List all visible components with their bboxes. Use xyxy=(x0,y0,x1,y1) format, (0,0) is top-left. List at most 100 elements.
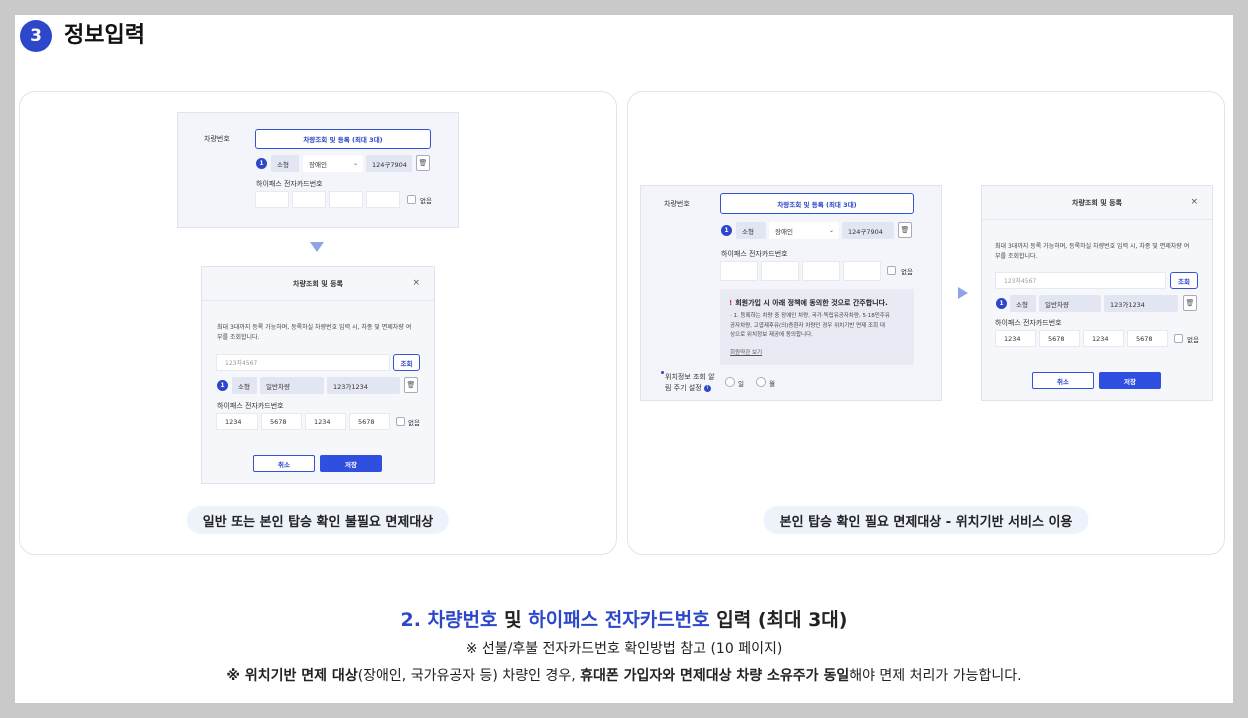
card-number-label: 하이패스 전자카드번호 xyxy=(721,250,788,258)
modal-card-label: 하이패스 전자카드번호 xyxy=(995,319,1062,327)
vehicle-size: 소형 xyxy=(271,155,299,172)
modal-card-input-2[interactable]: 5678 xyxy=(1039,330,1080,347)
modal-title: 차량조회 및 등록 xyxy=(293,280,343,288)
bottom-heading: 2. 차량번호 및 하이패스 전자카드번호 입력 (최대 3대) xyxy=(15,605,1233,632)
note-part: ※ 위치기반 면제 대상 xyxy=(226,668,358,684)
vehicle-plate: 124구7904 xyxy=(842,222,894,239)
trash-icon[interactable]: 🗑 xyxy=(416,155,430,171)
no-card-label: 없음 xyxy=(901,268,913,276)
location-label-line: 위치정보 조회 알 xyxy=(665,373,715,381)
plate-search-input[interactable]: 123자4567 xyxy=(216,354,390,371)
save-button[interactable]: 저장 xyxy=(320,455,382,472)
modal-no-card-checkbox[interactable] xyxy=(396,417,405,426)
modal-desc-line: 최대 3대까지 등록 가능하며, 등록하실 차량번호 입력 시, 차종 및 면제… xyxy=(217,324,412,331)
radio-day-label: 일 xyxy=(738,380,744,388)
modal-card-label: 하이패스 전자카드번호 xyxy=(217,402,284,410)
no-card-label: 없음 xyxy=(420,197,432,205)
modal-card-input-4[interactable]: 5678 xyxy=(1127,330,1168,347)
modal-vehicle-type: 일반차량 xyxy=(260,377,324,394)
modal-description: 최대 3대까지 등록 가능하며, 등록하실 차량번호 입력 시, 차종 및 면제… xyxy=(995,242,1189,262)
modal-desc-line: 부를 조회합니다. xyxy=(995,253,1038,260)
alert-icon: ! xyxy=(729,299,733,307)
modal-vehicle-size: 소형 xyxy=(1010,295,1036,312)
vehicle-type-value: 장애인 xyxy=(309,160,327,169)
trash-icon[interactable]: 🗑 xyxy=(898,222,912,238)
modal-vehicle-plate: 123가1234 xyxy=(1104,295,1178,312)
card-number-input-4[interactable] xyxy=(843,261,881,281)
policy-notice: ! 회원가입 시 아래 정책에 동의한 것으로 간주합니다. · 1. 등록하는 … xyxy=(720,289,914,365)
card-number-input-3[interactable] xyxy=(802,261,840,281)
modal-no-card-checkbox[interactable] xyxy=(1174,334,1183,343)
page: 3 정보입력 차량번호 차량조회 및 등록 (최대 3대) 1 소형 장애인 ⌄… xyxy=(15,15,1233,703)
modal-description: 최대 3대까지 등록 가능하며, 등록하실 차량번호 입력 시, 차종 및 면제… xyxy=(217,323,411,343)
bottom-note-2: ※ 위치기반 면제 대상(장애인, 국가유공자 등) 차량인 경우, 휴대폰 가… xyxy=(15,665,1233,685)
location-label-line: 림 주기 설정 xyxy=(665,384,702,392)
vehicle-lookup-button[interactable]: 차량조회 및 등록 (최대 3대) xyxy=(720,193,914,214)
info-icon[interactable]: i xyxy=(703,384,711,392)
bottom-note-1: ※ 선불/후불 전자카드번호 확인방법 참고 (10 페이지) xyxy=(465,641,783,657)
vehicle-type-select[interactable]: 장애인 ⌄ xyxy=(303,155,363,172)
modal-title: 차량조회 및 등록 xyxy=(1072,199,1122,207)
card-number-input-4[interactable] xyxy=(366,191,400,208)
vehicle-row-number: 1 xyxy=(256,158,267,169)
heading-part: 및 xyxy=(497,609,529,631)
vehicle-plate: 124구7904 xyxy=(366,155,412,172)
trash-icon[interactable]: 🗑 xyxy=(1183,295,1197,311)
notice-body: · 1. 등록하는 차량 중 장애인 차량, 국가·독립유공자차량, 5·18민… xyxy=(730,312,890,341)
vehicle-type-select[interactable]: 장애인 ⌄ xyxy=(769,222,839,239)
vehicle-row-number: 1 xyxy=(721,225,732,236)
heading-part: 하이패스 전자카드번호 xyxy=(528,609,710,631)
no-card-checkbox[interactable] xyxy=(887,266,896,275)
card-number-input-1[interactable] xyxy=(720,261,758,281)
save-button[interactable]: 저장 xyxy=(1099,372,1161,389)
notice-title-text: 회원가입 시 아래 정책에 동의한 것으로 간주합니다. xyxy=(735,299,888,307)
vehicle-form: 차량번호 차량조회 및 등록 (최대 3대) 1 소형 장애인 ⌄ 124구79… xyxy=(640,185,942,401)
vehicle-type-value: 장애인 xyxy=(775,227,793,236)
modal-desc-line: 최대 3대까지 등록 가능하며, 등록하실 차량번호 입력 시, 차종 및 면제… xyxy=(995,243,1190,250)
search-button[interactable]: 조회 xyxy=(1170,272,1198,289)
note-part: 휴대폰 가입자와 면제대상 차량 소유주가 동일 xyxy=(580,668,850,684)
card-number-input-2[interactable] xyxy=(292,191,326,208)
cancel-button[interactable]: 취소 xyxy=(253,455,315,472)
modal-card-input-2[interactable]: 5678 xyxy=(261,413,302,430)
left-caption: 일반 또는 본인 탑승 확인 불필요 면제대상 xyxy=(186,506,450,534)
terms-link[interactable]: 회원약관 보기 xyxy=(730,348,762,356)
trash-icon[interactable]: 🗑 xyxy=(404,377,418,393)
modal-header: 차량조회 및 등록 × xyxy=(202,267,434,301)
no-card-checkbox[interactable] xyxy=(407,195,416,204)
close-icon[interactable]: × xyxy=(412,278,420,288)
card-number-input-3[interactable] xyxy=(329,191,363,208)
modal-vehicle-plate: 123가1234 xyxy=(327,377,400,394)
vehicle-lookup-modal: 차량조회 및 등록 × 최대 3대까지 등록 가능하며, 등록하실 차량번호 입… xyxy=(201,266,435,484)
modal-no-card-label: 없음 xyxy=(1187,336,1199,344)
cancel-button[interactable]: 취소 xyxy=(1032,372,1094,389)
modal-card-input-3[interactable]: 1234 xyxy=(305,413,346,430)
notice-line: · 1. 등록하는 차량 중 장애인 차량, 국가·독립유공자차량, 5·18민… xyxy=(730,313,890,319)
arrow-right-icon xyxy=(958,287,968,299)
notice-line: 상으로 위치정보 제공에 동의합니다. xyxy=(730,332,813,338)
modal-no-card-label: 없음 xyxy=(408,419,420,427)
plate-search-input[interactable]: 123자4567 xyxy=(995,272,1166,289)
card-number-input-2[interactable] xyxy=(761,261,799,281)
chevron-down-icon: ⌄ xyxy=(828,227,834,234)
radio-day[interactable] xyxy=(725,377,735,387)
modal-card-input-3[interactable]: 1234 xyxy=(1083,330,1124,347)
card-number-input-1[interactable] xyxy=(255,191,289,208)
modal-row-number: 1 xyxy=(217,380,228,391)
modal-vehicle-size: 소형 xyxy=(232,377,257,394)
notice-line: 공자차량, 고엽제후유(의)증환자 차량인 경우 위치기반 면제 조회 대 xyxy=(730,322,885,329)
modal-desc-line: 부를 조회합니다. xyxy=(217,334,260,341)
search-button[interactable]: 조회 xyxy=(393,354,420,371)
radio-month[interactable] xyxy=(756,377,766,387)
note-part: 해야 면제 처리가 가능합니다. xyxy=(849,668,1022,684)
modal-card-input-1[interactable]: 1234 xyxy=(216,413,258,430)
vehicle-lookup-button[interactable]: 차량조회 및 등록 (최대 3대) xyxy=(255,129,431,149)
vehicle-lookup-modal: 차량조회 및 등록 × 최대 3대까지 등록 가능하며, 등록하실 차량번호 입… xyxy=(981,185,1213,401)
modal-card-input-1[interactable]: 1234 xyxy=(995,330,1036,347)
modal-card-input-4[interactable]: 5678 xyxy=(349,413,390,430)
close-icon[interactable]: × xyxy=(1190,197,1198,207)
heading-part: 입력 (최대 3대) xyxy=(709,609,848,631)
arrow-down-icon xyxy=(310,242,324,252)
heading-part: 2. 차량번호 xyxy=(400,609,498,631)
vehicle-label: 차량번호 xyxy=(664,200,690,208)
